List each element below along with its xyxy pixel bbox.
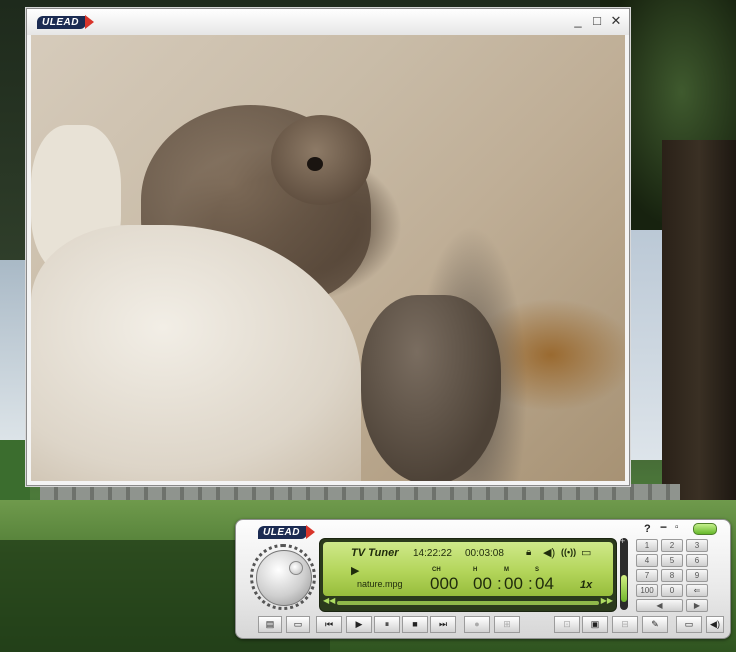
tv-input-button[interactable]: ▭ — [286, 616, 310, 633]
seconds-readout: 04 — [535, 574, 554, 593]
keypad-key-10[interactable]: 0 — [661, 584, 683, 597]
volume-level — [621, 575, 627, 602]
signal-icon: ((•)) — [561, 547, 577, 557]
keypad-key-1[interactable]: 2 — [661, 539, 683, 552]
keypad-key-6[interactable]: 7 — [636, 569, 658, 582]
ulead-swoosh-icon — [305, 525, 315, 539]
label-h: H — [473, 567, 478, 573]
minimize-button[interactable]: _ — [571, 13, 585, 29]
keypad-key-0[interactable]: 1 — [636, 539, 658, 552]
close-button[interactable]: ✕ — [609, 13, 623, 29]
video-frame[interactable] — [31, 35, 625, 481]
speaker-icon: ◀) — [543, 547, 556, 559]
lcd-title: TV Tuner — [351, 547, 399, 559]
mute-button[interactable]: ◀) — [706, 616, 724, 633]
video-window: ULEAD _ □ ✕ — [26, 8, 630, 486]
playback-toolbar: ▤ ▭ ⏮ ▶ ⏸ ■ ⏭ ● ⊞ ⊡ ▣ ⊟ ✎ ▭ ◀) — [258, 616, 724, 634]
play-button[interactable]: ▶ — [346, 616, 372, 633]
keypad-key-9[interactable]: 100 — [636, 584, 658, 597]
panel-minimize-button[interactable]: − — [660, 520, 667, 534]
seek-bar[interactable]: ◀◀ ▶▶ — [323, 596, 613, 608]
seek-back-icon[interactable]: ◀◀ — [323, 596, 335, 605]
channel-readout: 000 — [430, 574, 459, 593]
ulead-logo: ULEAD — [37, 15, 94, 29]
volume-slider[interactable] — [620, 536, 628, 610]
snapshot-button[interactable]: ⊡ — [554, 616, 580, 633]
keypad-next-channel[interactable]: ▶ — [686, 599, 708, 612]
keypad-key-8[interactable]: 9 — [686, 569, 708, 582]
seek-track[interactable] — [337, 601, 599, 605]
colon-separator: : — [497, 574, 502, 593]
keypad-key-7[interactable]: 8 — [661, 569, 683, 582]
lcd-display: TV Tuner 14:22:22 00:03:08 🔒︎ ◀) ((•)) ▭… — [323, 542, 613, 596]
schedule-button[interactable]: ⊞ — [494, 616, 520, 633]
keypad-key-5[interactable]: 6 — [686, 554, 708, 567]
lcd-frame: TV Tuner 14:22:22 00:03:08 🔒︎ ◀) ((•)) ▭… — [319, 538, 617, 612]
keypad-key-11[interactable]: ⇐ — [686, 584, 708, 597]
channel-keypad: 1 2 3 4 5 6 7 8 9 100 0 ⇐ ◀ ▶ — [636, 539, 708, 612]
mode-button[interactable]: ▭ — [676, 616, 702, 633]
video-window-titlebar[interactable]: ULEAD _ □ ✕ — [27, 9, 629, 35]
lcd-clock: 14:22:22 — [413, 548, 452, 559]
hours-readout: 00 — [473, 574, 492, 593]
help-button[interactable]: ? — [644, 523, 651, 535]
lock-icon: 🔒︎ — [526, 547, 532, 558]
pause-button[interactable]: ⏸ — [374, 616, 400, 633]
teletext-button[interactable]: ▣ — [582, 616, 608, 633]
label-m: M — [504, 567, 509, 573]
ulead-swoosh-icon — [84, 15, 94, 29]
stop-button[interactable]: ■ — [402, 616, 428, 633]
lcd-elapsed: 00:03:08 — [465, 548, 504, 559]
settings-button[interactable]: ✎ — [642, 616, 668, 633]
folder-icon: ▭ — [581, 547, 592, 559]
minutes-readout: 00 — [504, 574, 523, 593]
play-status-icon: ▶ — [351, 565, 360, 577]
power-button[interactable] — [693, 523, 717, 535]
keypad-key-3[interactable]: 4 — [636, 554, 658, 567]
window-controls: _ □ ✕ — [571, 13, 623, 29]
open-file-button[interactable]: ▤ — [258, 616, 282, 633]
lcd-filename: nature.mpg — [357, 579, 403, 589]
tv-button[interactable]: ⊟ — [612, 616, 638, 633]
rewind-button[interactable]: ⏮ — [316, 616, 342, 633]
panel-restore-button[interactable]: ▫ — [675, 522, 679, 533]
tv-tuner-panel: ULEAD ? − ▫ TV Tuner 14:22:22 00:03:08 🔒… — [235, 519, 731, 639]
colon-separator: : — [528, 574, 533, 593]
video-squirrel-eye — [307, 157, 323, 171]
sky-left — [0, 260, 26, 450]
ulead-logo-panel: ULEAD — [258, 525, 315, 539]
record-button[interactable]: ● — [464, 616, 490, 633]
speed-readout: 1x — [580, 579, 593, 591]
channel-knob[interactable] — [256, 550, 312, 606]
keypad-key-4[interactable]: 5 — [661, 554, 683, 567]
video-squirrel-tail — [361, 295, 501, 481]
keypad-key-2[interactable]: 3 — [686, 539, 708, 552]
label-ch: CH — [432, 567, 441, 573]
seek-forward-icon[interactable]: ▶▶ — [601, 596, 613, 605]
keypad-prev-channel[interactable]: ◀ — [636, 599, 683, 612]
fast-forward-button[interactable]: ⏭ — [430, 616, 456, 633]
label-s: S — [535, 567, 540, 573]
maximize-button[interactable]: □ — [590, 13, 604, 29]
